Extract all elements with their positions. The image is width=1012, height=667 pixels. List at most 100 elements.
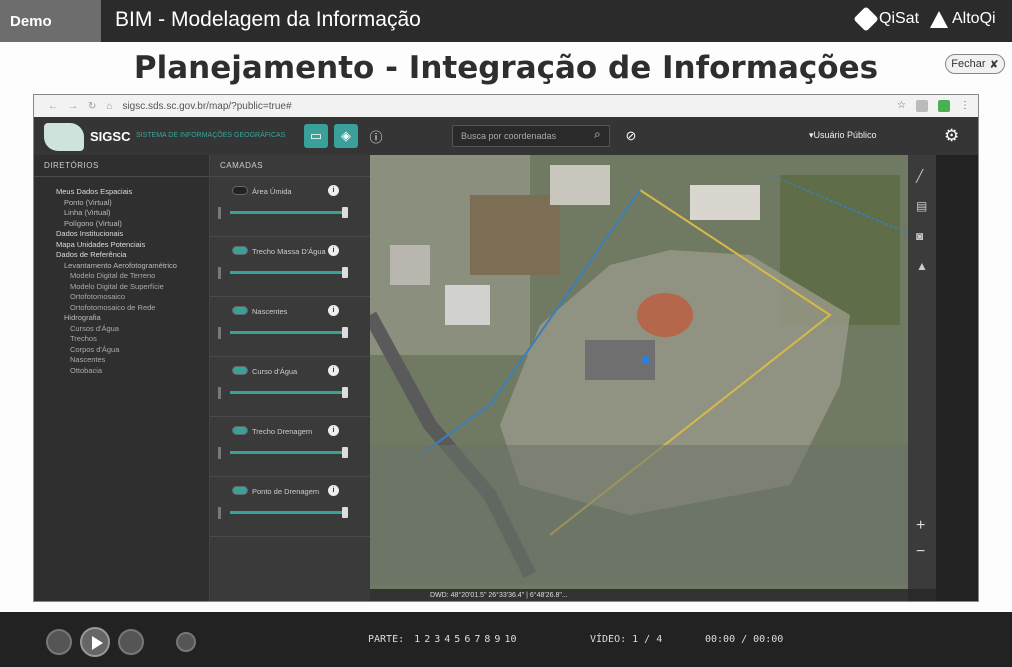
volume-button[interactable] — [176, 632, 196, 652]
close-button[interactable]: Fechar ✘ — [945, 54, 1005, 74]
directory-item[interactable]: Ponto (Virtual) — [48, 198, 209, 209]
part-number[interactable]: 8 — [484, 634, 490, 645]
back-icon[interactable]: ← — [48, 101, 58, 112]
directory-item[interactable]: Ortofotomosaico — [48, 292, 209, 303]
layers-button[interactable]: ◈ — [334, 124, 358, 148]
layer-item: Ponto de Drenagem i — [210, 477, 370, 537]
user-menu[interactable]: ▾Usuário Público — [809, 130, 877, 141]
info-icon[interactable]: i — [328, 485, 339, 496]
slider-knob[interactable] — [342, 387, 348, 398]
layer-toggle[interactable] — [232, 366, 248, 375]
directory-item[interactable]: Nascentes — [48, 355, 209, 366]
drag-handle-icon[interactable] — [218, 387, 221, 399]
forward-icon[interactable]: → — [68, 101, 78, 112]
part-number[interactable]: 2 — [424, 634, 430, 645]
rewind-button[interactable] — [46, 629, 72, 655]
directory-item[interactable]: Dados de Referência — [48, 250, 209, 261]
address-bar[interactable]: sigsc.sds.sc.gov.br/map/?public=true# — [122, 101, 291, 112]
layer-toggle[interactable] — [232, 306, 248, 315]
part-number[interactable]: 6 — [464, 634, 470, 645]
zoom-out-icon[interactable]: − — [916, 543, 925, 561]
info-icon[interactable]: i — [328, 245, 339, 256]
part-number[interactable]: 7 — [474, 634, 480, 645]
slider-knob[interactable] — [342, 507, 348, 518]
slider-knob[interactable] — [342, 447, 348, 458]
directory-item[interactable]: Polígono (Virtual) — [48, 219, 209, 230]
opacity-slider[interactable] — [230, 447, 348, 458]
layer-toggle[interactable] — [232, 186, 248, 195]
directory-item[interactable]: Dados Institucionais — [48, 229, 209, 240]
print-icon[interactable]: ▤ — [916, 199, 927, 213]
info-icon[interactable]: i — [328, 185, 339, 196]
part-number[interactable]: 5 — [454, 634, 460, 645]
extension-green-icon[interactable] — [938, 100, 950, 112]
map-view[interactable]: ╱ ▤ ◙ ▲ + − DWD: 48°20'01.5" 26°33'36.4"… — [370, 155, 936, 602]
opacity-slider[interactable] — [230, 387, 348, 398]
camera-icon[interactable]: ◙ — [916, 229, 923, 243]
directory-item[interactable]: Corpos d'Água — [48, 345, 209, 356]
coordinate-search-input[interactable]: Busca por coordenadas — [452, 125, 610, 147]
time-display: 00:00 / 00:00 — [705, 634, 784, 645]
slider-knob[interactable] — [342, 267, 348, 278]
part-selector[interactable]: PARTE: 1 2 3 4 5 6 7 8 9 10 — [368, 634, 516, 645]
play-button[interactable] — [80, 627, 110, 657]
extension-icon[interactable] — [916, 100, 928, 112]
layer-toggle[interactable] — [232, 246, 248, 255]
home-icon[interactable]: ⌂ — [106, 101, 112, 112]
location-marker[interactable] — [642, 356, 650, 364]
directory-item[interactable]: Meus Dados Espaciais — [48, 187, 209, 198]
slider-knob[interactable] — [342, 327, 348, 338]
folder-button[interactable]: ▭ — [304, 124, 328, 148]
part-number[interactable]: 3 — [434, 634, 440, 645]
directory-item[interactable]: Hidrografia — [48, 313, 209, 324]
layer-list: Área Úmida i Trecho Massa D'Água i Nascentes… — [210, 177, 370, 537]
aerial-map[interactable] — [370, 155, 936, 602]
layer-toggle[interactable] — [232, 426, 248, 435]
directory-item[interactable]: Mapa Unidades Potenciais — [48, 240, 209, 251]
info-icon[interactable]: i — [328, 425, 339, 436]
directory-item[interactable]: Modelo Digital de Superfície — [48, 282, 209, 293]
layers-header: CAMADAS — [210, 155, 370, 177]
layer-item: Trecho Drenagem i — [210, 417, 370, 477]
opacity-slider[interactable] — [230, 267, 348, 278]
opacity-slider[interactable] — [230, 507, 348, 518]
opacity-slider[interactable] — [230, 327, 348, 338]
info-button[interactable]: ⓘ — [364, 124, 388, 148]
directory-item[interactable]: Ottobacia — [48, 366, 209, 377]
basemap-icon[interactable]: ▲ — [916, 259, 928, 273]
directory-item[interactable]: Ortofotomosaico de Rede — [48, 303, 209, 314]
opacity-slider[interactable] — [230, 207, 348, 218]
drag-handle-icon[interactable] — [218, 447, 221, 459]
ruler-icon[interactable]: ╱ — [916, 169, 923, 183]
zoom-in-icon[interactable]: + — [916, 517, 925, 535]
part-number[interactable]: 4 — [444, 634, 450, 645]
info-icon[interactable]: i — [328, 305, 339, 316]
bookmark-star-icon[interactable]: ☆ — [897, 100, 906, 112]
video-counter: VÍDEO: 1 / 4 — [590, 634, 663, 645]
drag-handle-icon[interactable] — [218, 207, 221, 219]
drag-handle-icon[interactable] — [218, 267, 221, 279]
search-icon[interactable]: ⌕ — [594, 127, 601, 142]
map-status-bar: DWD: 48°20'01.5" 26°33'36.4" | 6°48'26.8… — [370, 589, 936, 601]
stop-button[interactable] — [118, 629, 144, 655]
directory-item[interactable]: Linha (Virtual) — [48, 208, 209, 219]
directory-item[interactable]: Levantamento Aerofotogramétrico — [48, 261, 209, 272]
info-icon[interactable]: i — [328, 365, 339, 376]
drag-handle-icon[interactable] — [218, 327, 221, 339]
part-number[interactable]: 1 — [414, 634, 420, 645]
drag-handle-icon[interactable] — [218, 507, 221, 519]
directory-item[interactable]: Trechos — [48, 334, 209, 345]
find-button[interactable]: ⊘ — [619, 124, 643, 148]
directory-item[interactable]: Modelo Digital de Terreno — [48, 271, 209, 282]
part-list[interactable]: 1 2 3 4 5 6 7 8 9 10 — [410, 634, 516, 645]
slider-knob[interactable] — [342, 207, 348, 218]
directory-item[interactable]: Cursos d'Água — [48, 324, 209, 335]
altoqi-label: AltoQi — [952, 10, 996, 27]
gear-icon[interactable]: ⚙ — [944, 126, 959, 146]
part-number[interactable]: 9 — [494, 634, 500, 645]
course-header: Demo BIM - Modelagem da Informação QiSat… — [0, 0, 1012, 42]
layer-toggle[interactable] — [232, 486, 248, 495]
part-number[interactable]: 10 — [504, 634, 516, 645]
browser-menu-icon[interactable]: ⋮ — [960, 100, 970, 112]
reload-icon[interactable]: ↻ — [88, 101, 96, 112]
